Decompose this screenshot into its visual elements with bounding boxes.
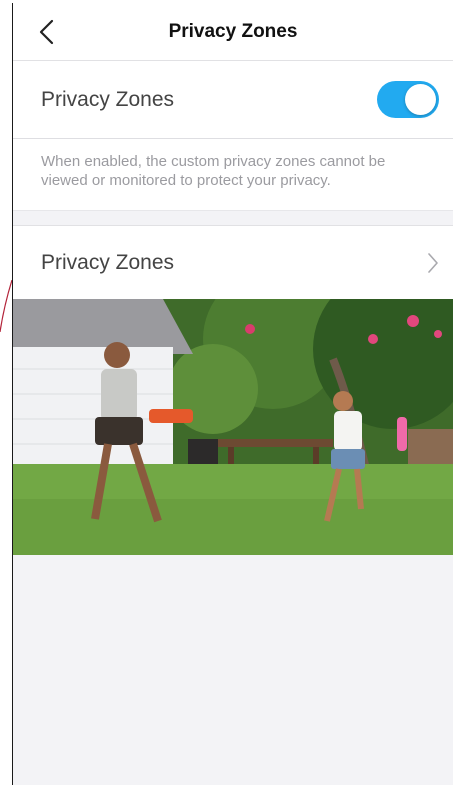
page-title: Privacy Zones <box>168 21 298 42</box>
toggle-knob <box>405 84 436 115</box>
chevron-right-icon <box>427 252 441 274</box>
privacy-zones-screen: Privacy Zones Privacy Zones When enabled… <box>12 3 453 785</box>
camera-preview-image[interactable] <box>13 299 453 555</box>
privacy-zones-settings-row[interactable]: Privacy Zones <box>13 225 453 299</box>
privacy-zones-toggle-row: Privacy Zones <box>13 61 453 139</box>
section-spacer <box>13 210 453 225</box>
privacy-zones-toggle[interactable] <box>377 81 439 118</box>
privacy-zones-toggle-label: Privacy Zones <box>41 87 175 111</box>
navigation-bar: Privacy Zones <box>13 3 453 61</box>
privacy-zones-settings-label: Privacy Zones <box>41 250 175 274</box>
camera-feed-image <box>13 299 453 555</box>
privacy-zones-description: When enabled, the custom privacy zones c… <box>13 139 453 210</box>
